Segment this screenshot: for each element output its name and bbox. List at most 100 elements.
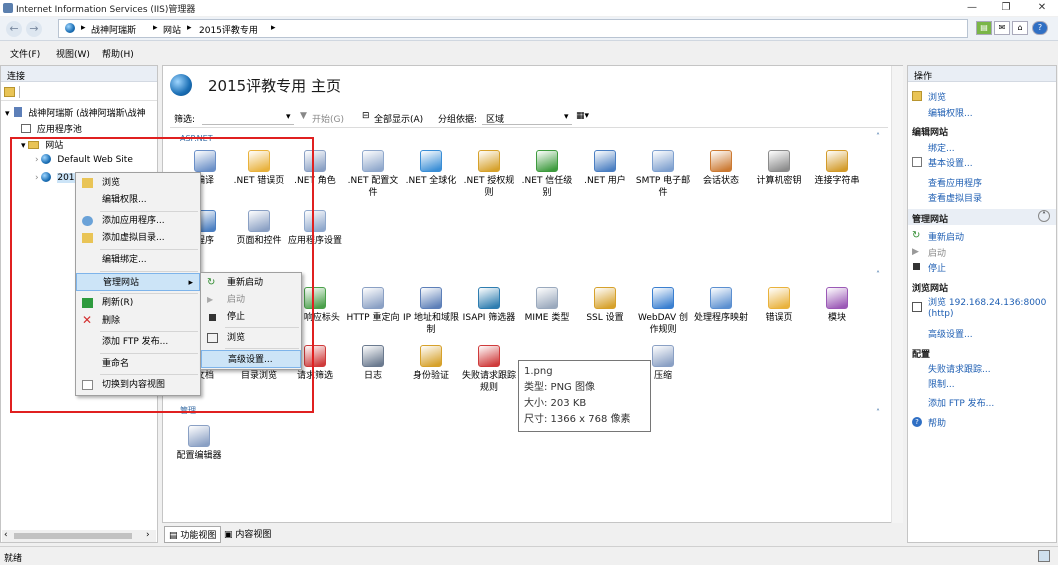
feature-failed-request[interactable]: 失败请求跟踪规则 [460, 345, 518, 394]
horizontal-scrollbar[interactable]: ‹ › [2, 530, 156, 542]
tree-server[interactable]: ▾ 战神阿瑞斯 (战神阿瑞斯\战神 [5, 106, 146, 119]
feature-connection-string[interactable]: 连接字符串 [808, 150, 866, 187]
menu-help[interactable]: 帮助(H) [102, 47, 134, 60]
expand-chevron-icon[interactable]: ▾ [5, 109, 10, 119]
ctx-add-app[interactable]: 添加应用程序... [76, 212, 165, 230]
sub-stop[interactable]: 停止 [201, 308, 245, 326]
breadcrumb-server[interactable]: 战神阿瑞斯 [91, 23, 136, 36]
feature-redirect[interactable]: HTTP 重定向 [344, 287, 402, 324]
network-icon[interactable]: ⌂ [1012, 21, 1028, 35]
status-text: 就绪 [4, 554, 23, 564]
ctx-manage-site-label: 管理网站 [103, 278, 140, 288]
minimize-button[interactable]: — [958, 0, 986, 16]
feature-webdav[interactable]: WebDAV 创作规则 [634, 287, 692, 336]
ctx-refresh[interactable]: 刷新(R) [76, 294, 133, 312]
action-edit-permissions[interactable]: 编辑权限... [928, 106, 973, 119]
action-browse-proto[interactable]: (http) [928, 309, 954, 319]
browse-folder-icon [912, 91, 922, 101]
action-stop[interactable]: 停止 [928, 261, 946, 274]
action-browse[interactable]: 浏览 [928, 90, 946, 103]
tooltip-type: 类型: PNG 图像 [524, 382, 595, 393]
feature-authentication[interactable]: 身份验证 [402, 345, 460, 382]
breadcrumb[interactable]: ▸ 战神阿瑞斯 ▸ 网站 ▸ 2015评教专用 ▸ [58, 19, 968, 38]
feature-globalization[interactable]: .NET 全球化 [402, 150, 460, 187]
connect-icon[interactable]: ▤ [976, 21, 992, 35]
sub-browse[interactable]: 浏览 [201, 329, 245, 347]
action-bindings[interactable]: 绑定... [928, 141, 955, 154]
content-view-tab[interactable]: ▣ 内容视图 [224, 527, 271, 540]
sub-restart[interactable]: ↻ 重新启动 [201, 274, 263, 292]
action-failed-tracing[interactable]: 失败请求跟踪... [928, 362, 991, 375]
feature-trust[interactable]: .NET 信任级别 [518, 150, 576, 199]
ctx-manage-site[interactable]: 管理网站 ▸ [76, 273, 200, 291]
filter-input[interactable] [202, 110, 294, 125]
ctx-delete[interactable]: ✕ 删除 [76, 312, 120, 330]
action-advanced[interactable]: 高级设置... [928, 327, 973, 340]
show-all-button[interactable]: 全部显示(A) [374, 112, 423, 125]
forward-button[interactable]: → [26, 21, 42, 37]
vertical-scrollbar[interactable] [891, 66, 903, 523]
scroll-left-icon[interactable]: ‹ [4, 530, 8, 540]
menu-separator [100, 374, 198, 375]
feature-users[interactable]: .NET 用户 [576, 150, 634, 187]
section-collapse-icon[interactable]: ˄ [876, 408, 880, 417]
action-help[interactable]: 帮助 [928, 416, 946, 429]
create-connection-icon[interactable] [4, 87, 15, 97]
machine-key-icon [768, 150, 790, 172]
config-editor-icon [188, 425, 210, 447]
feature-ip-restrictions[interactable]: IP 地址和域限制 [402, 287, 460, 336]
view-mode-icon[interactable]: ▦▾ [576, 111, 589, 121]
feature-machine-key[interactable]: 计算机密钥 [750, 150, 808, 187]
breadcrumb-sites[interactable]: 网站 [163, 23, 181, 36]
close-button[interactable]: ✕ [1028, 0, 1056, 16]
section-collapse-icon[interactable]: ˄ [876, 132, 880, 141]
action-browse-link[interactable]: 浏览 192.168.24.136:8000 [928, 295, 1046, 308]
ctx-add-vdir[interactable]: 添加虚拟目录... [76, 229, 165, 247]
ctx-rename[interactable]: 重命名 [76, 355, 129, 373]
feature-config-editor[interactable]: 配置编辑器 [170, 425, 228, 462]
feature-profile[interactable]: .NET 配置文件 [344, 150, 402, 199]
feature-handler-mappings[interactable]: 处理程序映射 [692, 287, 750, 324]
feature-logging[interactable]: 日志 [344, 345, 402, 382]
feature-modules[interactable]: 模块 [808, 287, 866, 324]
title-bar: Internet Information Services (IIS)管理器 —… [0, 0, 1058, 16]
action-restart[interactable]: 重新启动 [928, 230, 964, 243]
ctx-browse[interactable]: 浏览 [76, 174, 120, 192]
feature-isapi-filter[interactable]: ISAPI 筛选器 [460, 287, 518, 324]
start-filter-button[interactable]: 开始(G) [312, 112, 344, 125]
collapse-circle-icon[interactable]: ˄ [1038, 210, 1050, 222]
ctx-add-ftp[interactable]: 添加 FTP 发布... [76, 333, 168, 351]
features-view-tab[interactable]: ▤ 功能视图 [164, 526, 222, 543]
action-basic-settings[interactable]: 基本设置... [928, 156, 973, 169]
dropdown-arrow-icon[interactable]: ▾ [564, 112, 569, 122]
maximize-button[interactable]: ❐ [992, 0, 1020, 16]
action-add-ftp[interactable]: 添加 FTP 发布... [928, 396, 994, 409]
menu-file[interactable]: 文件(F) [10, 47, 40, 60]
status-bar: 就绪 [0, 546, 1058, 565]
dropdown-arrow-icon[interactable]: ▾ [286, 112, 291, 122]
action-view-vdirs[interactable]: 查看虚拟目录 [928, 191, 982, 204]
feature-error-pages[interactable]: 错误页 [750, 287, 808, 324]
help-icon[interactable]: ? [1032, 21, 1048, 35]
ctx-edit-bindings[interactable]: 编辑绑定... [76, 251, 147, 269]
ctx-edit-permissions[interactable]: 编辑权限... [76, 191, 147, 209]
mail-icon[interactable]: ✉ [994, 21, 1010, 35]
section-collapse-icon[interactable]: ˄ [876, 270, 880, 279]
action-start[interactable]: 启动 [928, 246, 946, 259]
scroll-thumb[interactable] [14, 533, 132, 539]
ctx-switch-content[interactable]: 切换到内容视图 [76, 376, 165, 394]
sub-start[interactable]: ▶ 启动 [201, 291, 245, 309]
feature-session[interactable]: 会话状态 [692, 150, 750, 187]
feature-authorization[interactable]: .NET 授权规则 [460, 150, 518, 199]
back-button[interactable]: ← [6, 21, 22, 37]
action-limits[interactable]: 限制... [928, 377, 955, 390]
scroll-right-icon[interactable]: › [146, 530, 150, 540]
sub-advanced[interactable]: 高级设置... [201, 350, 301, 368]
tree-app-pools[interactable]: 应用程序池 [21, 122, 82, 135]
feature-smtp[interactable]: SMTP 电子邮件 [634, 150, 692, 199]
menu-view[interactable]: 视图(W) [56, 47, 90, 60]
feature-ssl[interactable]: SSL 设置 [576, 287, 634, 324]
action-view-apps[interactable]: 查看应用程序 [928, 176, 982, 189]
breadcrumb-site[interactable]: 2015评教专用 [199, 23, 258, 36]
feature-mime[interactable]: MIME 类型 [518, 287, 576, 324]
